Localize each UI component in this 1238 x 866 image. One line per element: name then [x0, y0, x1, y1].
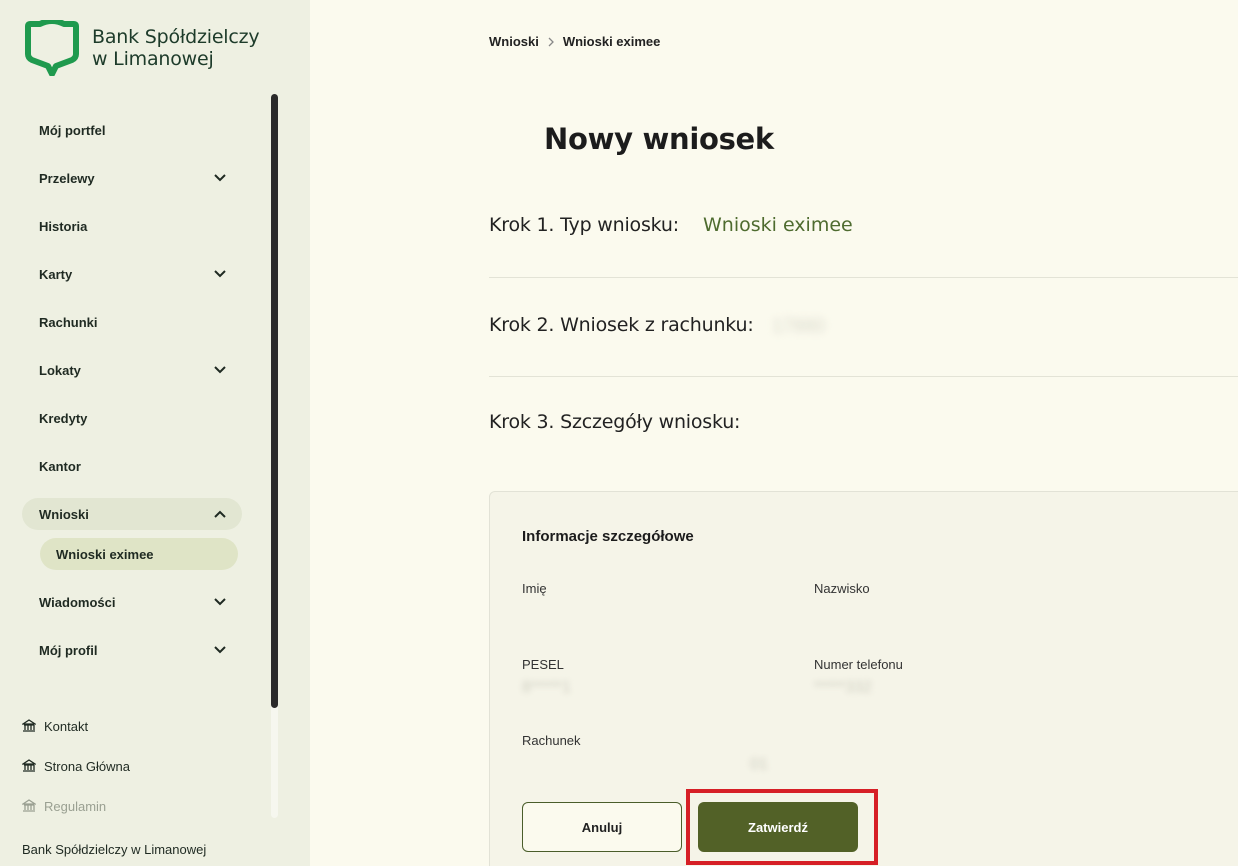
- sidebar-footer: Bank Spółdzielczy w Limanowej: [22, 842, 207, 857]
- sidebar: Bank Spółdzielczy w Limanowej Mój portfe…: [0, 0, 310, 866]
- sidebar-item-label: Historia: [39, 218, 88, 234]
- step1-value: Wnioski eximee: [703, 214, 853, 236]
- imie-label: Imię: [522, 581, 547, 596]
- sidebar-item-kredyty[interactable]: Kredyty: [22, 402, 242, 434]
- page-title: Nowy wniosek: [544, 122, 774, 156]
- sidebar-item-lokaty[interactable]: Lokaty: [22, 354, 242, 386]
- link-strona-glowna[interactable]: Strona Główna: [22, 756, 130, 776]
- sidebar-item-kantor[interactable]: Kantor: [22, 450, 242, 482]
- link-label: Regulamin: [44, 798, 107, 814]
- sidebar-subitem-label: Wnioski eximee: [56, 546, 154, 562]
- telefon-label: Numer telefonu: [814, 657, 903, 672]
- rachunek-value: 01: [750, 756, 768, 773]
- rachunek-label: Rachunek: [522, 733, 581, 748]
- step3-label: Krok 3. Szczegóły wniosku:: [489, 411, 741, 433]
- chevron-down-icon: [214, 366, 226, 374]
- step2-value: 17880: [772, 316, 825, 337]
- confirm-button-highlight: [686, 789, 878, 865]
- bank-name-line1: Bank Spółdzielczy: [92, 26, 260, 48]
- sidebar-item-moj-portfel[interactable]: Mój portfel: [22, 114, 242, 146]
- bank-icon: [22, 719, 36, 732]
- sidebar-item-label: Rachunki: [39, 314, 98, 330]
- breadcrumb-item-wnioski[interactable]: Wnioski: [489, 34, 539, 49]
- breadcrumb-item-wnioski-eximee: Wnioski eximee: [562, 34, 661, 49]
- sidebar-item-label: Mój portfel: [39, 122, 106, 138]
- sidebar-item-label: Wnioski: [39, 506, 89, 522]
- chevron-right-icon: [548, 37, 554, 46]
- sidebar-nav: Mój portfel Przelewy Historia Karty Rach…: [22, 114, 242, 682]
- sidebar-links: Kontakt Strona Główna Regulamin: [22, 716, 130, 836]
- bank-logo[interactable]: Bank Spółdzielczy w Limanowej: [22, 20, 260, 76]
- pesel-label: PESEL: [522, 657, 564, 672]
- breadcrumb: Wnioski Wnioski eximee: [489, 34, 660, 49]
- bank-logo-icon: [25, 20, 79, 76]
- sidebar-item-label: Kantor: [39, 458, 81, 474]
- chevron-down-icon: [214, 646, 226, 654]
- link-label: Kontakt: [44, 718, 89, 734]
- sidebar-item-karty[interactable]: Karty: [22, 258, 242, 290]
- chevron-up-icon: [214, 510, 226, 518]
- sidebar-item-przelewy[interactable]: Przelewy: [22, 162, 242, 194]
- link-regulamin[interactable]: Regulamin: [22, 796, 130, 816]
- pesel-value: 8*****1: [522, 679, 571, 696]
- sidebar-item-label: Kredyty: [39, 410, 88, 426]
- sidebar-item-label: Karty: [39, 266, 73, 282]
- sidebar-item-wiadomosci[interactable]: Wiadomości: [22, 586, 242, 618]
- bank-name: Bank Spółdzielczy w Limanowej: [92, 26, 260, 70]
- sidebar-item-label: Mój profil: [39, 642, 98, 658]
- chevron-down-icon: [214, 598, 226, 606]
- sidebar-item-rachunki[interactable]: Rachunki: [22, 306, 242, 338]
- link-kontakt[interactable]: Kontakt: [22, 716, 130, 736]
- step2-label: Krok 2. Wniosek z rachunku:: [489, 314, 754, 336]
- cancel-button[interactable]: Anuluj: [522, 802, 682, 852]
- sidebar-item-wnioski[interactable]: Wnioski: [22, 498, 242, 530]
- telefon-value: *****332: [814, 679, 872, 696]
- chevron-down-icon: [214, 270, 226, 278]
- sidebar-item-label: Lokaty: [39, 362, 81, 378]
- sidebar-subitem-wnioski-eximee[interactable]: Wnioski eximee: [40, 538, 238, 570]
- link-label: Strona Główna: [44, 758, 130, 774]
- divider: [489, 277, 1238, 278]
- sidebar-scrollbar-thumb[interactable]: [271, 94, 278, 708]
- bank-icon: [22, 799, 36, 812]
- sidebar-item-label: Wiadomości: [39, 594, 116, 610]
- sidebar-item-moj-profil[interactable]: Mój profil: [22, 634, 242, 666]
- sidebar-item-label: Przelewy: [39, 170, 95, 186]
- bank-name-line2: w Limanowej: [92, 48, 214, 70]
- step1-label: Krok 1. Typ wniosku:: [489, 214, 679, 236]
- chevron-down-icon: [214, 174, 226, 182]
- divider: [489, 376, 1238, 377]
- bank-icon: [22, 759, 36, 772]
- nazwisko-label: Nazwisko: [814, 581, 870, 596]
- sidebar-item-historia[interactable]: Historia: [22, 210, 242, 242]
- details-title: Informacje szczegółowe: [522, 528, 694, 545]
